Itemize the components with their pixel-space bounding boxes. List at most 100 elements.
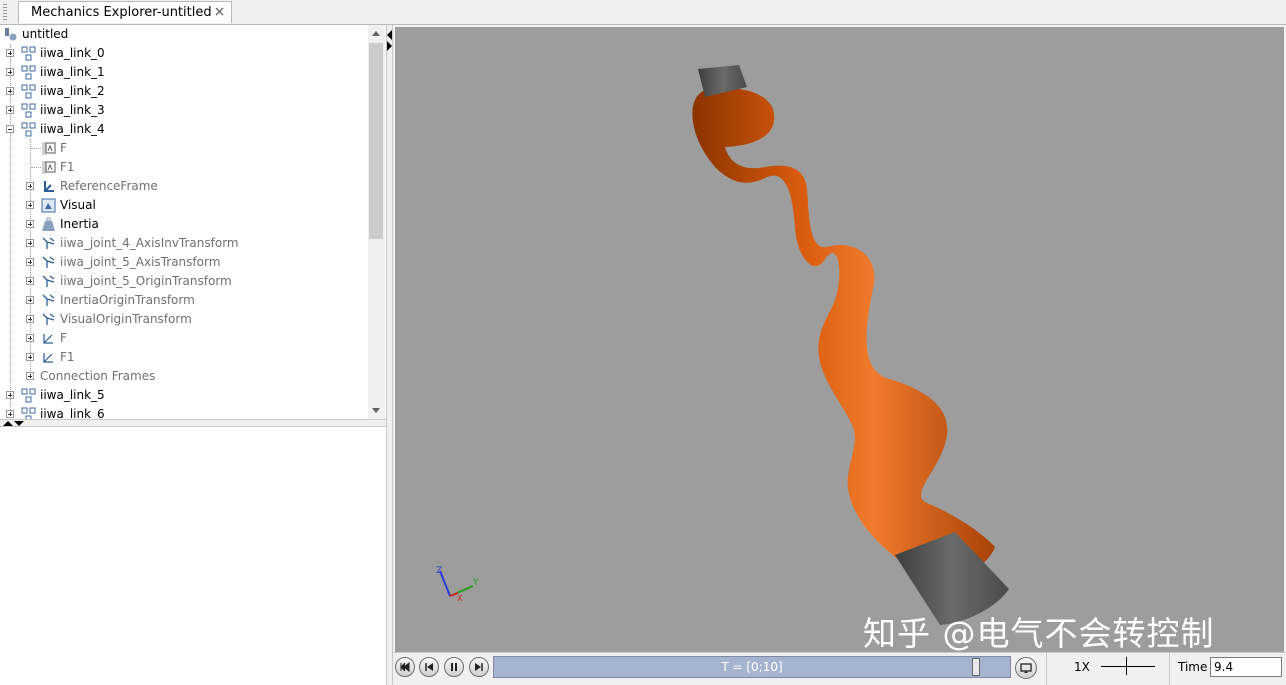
tree-item-port-f1[interactable]: F1 xyxy=(0,158,368,177)
collapse-icon[interactable] xyxy=(6,125,14,133)
triad-x-label: X xyxy=(457,594,463,603)
collapse-right-icon[interactable] xyxy=(387,41,392,51)
link-body-icon xyxy=(21,46,36,61)
tree-item-visual[interactable]: Visual xyxy=(0,196,368,215)
expand-icon[interactable] xyxy=(6,87,14,95)
rigid-transform-icon xyxy=(42,256,55,268)
vertical-splitter[interactable] xyxy=(386,25,393,685)
rigid-transform-icon xyxy=(42,313,55,325)
collapse-up-icon[interactable] xyxy=(3,421,13,426)
step-forward-button[interactable] xyxy=(469,657,489,677)
rigid-transform-icon xyxy=(42,294,55,306)
expand-icon[interactable] xyxy=(26,182,34,190)
expand-icon[interactable] xyxy=(26,258,34,266)
expand-icon[interactable] xyxy=(6,410,14,418)
3d-viewport[interactable]: Z Y X 知乎 @电气不会转控制 xyxy=(395,27,1284,652)
axis-triad: Z Y X xyxy=(436,566,479,603)
separator xyxy=(1046,653,1047,685)
loop-playback-button[interactable] xyxy=(1015,657,1037,679)
horizontal-splitter[interactable] xyxy=(0,419,386,427)
triad-z-label: Z xyxy=(436,566,442,576)
tree-item-iiwa-link-3[interactable]: iiwa_link_3 xyxy=(0,101,368,120)
tab-mechanics-explorer[interactable]: Mechanics Explorer-untitled xyxy=(18,1,232,23)
tab-title: Mechanics Explorer-untitled xyxy=(31,5,212,20)
pause-button[interactable] xyxy=(444,657,464,677)
tree-item-iiwa-link-4[interactable]: iiwa_link_4 xyxy=(0,120,368,139)
speed-slider-thumb[interactable] xyxy=(1126,657,1127,675)
property-inspector xyxy=(0,427,386,685)
tree-item-label: iiwa_link_5 xyxy=(40,388,105,402)
tree-scrollbar[interactable] xyxy=(368,25,385,419)
tree-item-label: iiwa_link_4 xyxy=(40,122,105,136)
step-back-icon xyxy=(425,663,433,671)
tree-item-inertia[interactable]: Inertia xyxy=(0,215,368,234)
time-input[interactable] xyxy=(1210,657,1282,677)
speed-slider[interactable] xyxy=(1101,666,1155,667)
expand-icon[interactable] xyxy=(6,391,14,399)
tree-item-label: iiwa_link_1 xyxy=(40,65,105,79)
tree-item-inertia-origin-transform[interactable]: InertiaOriginTransform xyxy=(0,291,368,310)
expand-icon[interactable] xyxy=(26,315,34,323)
robot-render: Z Y X xyxy=(436,65,1009,625)
tree-item-label: Visual xyxy=(60,198,96,212)
tree-item-reference-frame[interactable]: ReferenceFrame xyxy=(0,177,368,196)
tree-root[interactable]: untitled xyxy=(0,25,368,44)
expand-icon[interactable] xyxy=(6,68,14,76)
skip-to-start-button[interactable] xyxy=(395,657,415,677)
model-tree: untitled iiwa_link_0 iiwa_link_1 iiwa_li… xyxy=(0,25,369,419)
scroll-down-icon[interactable] xyxy=(372,408,380,413)
scroll-up-icon[interactable] xyxy=(372,31,380,36)
expand-icon[interactable] xyxy=(6,106,14,114)
tree-item-connection-frames[interactable]: Connection Frames xyxy=(0,367,368,386)
time-label: Time xyxy=(1178,660,1208,674)
collapse-down-icon[interactable] xyxy=(14,421,24,426)
tree-item-port-f[interactable]: F xyxy=(0,139,368,158)
collapse-left-icon[interactable] xyxy=(387,30,392,40)
tree-item-visual-origin-transform[interactable]: VisualOriginTransform xyxy=(0,310,368,329)
tree-item-iiwa-link-0[interactable]: iiwa_link_0 xyxy=(0,44,368,63)
tree-item-label: iiwa_link_2 xyxy=(40,84,105,98)
tree-item-iiwa-link-5[interactable]: iiwa_link_5 xyxy=(0,386,368,405)
expand-icon[interactable] xyxy=(26,277,34,285)
separator xyxy=(1169,653,1170,685)
link-body-icon xyxy=(21,407,36,419)
tree-item-joint5-origin-transform[interactable]: iiwa_joint_5_OriginTransform xyxy=(0,272,368,291)
expand-icon[interactable] xyxy=(26,334,34,342)
visual-icon xyxy=(41,198,56,213)
tree-item-frame-f[interactable]: F xyxy=(0,329,368,348)
tab-strip: Mechanics Explorer-untitled xyxy=(0,0,1286,25)
tree-item-iiwa-link-6[interactable]: iiwa_link_6 xyxy=(0,405,368,419)
link-body-icon xyxy=(21,84,36,99)
rigid-transform-icon xyxy=(42,237,55,249)
expand-icon[interactable] xyxy=(26,353,34,361)
tree-item-label: F1 xyxy=(60,160,75,174)
port-frame-icon xyxy=(42,142,56,155)
timeline-slider[interactable]: T = [0;10] xyxy=(493,656,1011,678)
step-back-button[interactable] xyxy=(419,657,439,677)
tree-item-joint4-axis-inv-transform[interactable]: iiwa_joint_4_AxisInvTransform xyxy=(0,234,368,253)
tree-item-label: VisualOriginTransform xyxy=(60,312,192,326)
scroll-thumb[interactable] xyxy=(369,43,383,239)
playback-speed-label: 1X xyxy=(1074,660,1090,674)
tree-item-iiwa-link-1[interactable]: iiwa_link_1 xyxy=(0,63,368,82)
expand-icon[interactable] xyxy=(26,239,34,247)
expand-icon[interactable] xyxy=(26,372,34,380)
expand-icon[interactable] xyxy=(26,201,34,209)
tree-item-label: F xyxy=(60,141,67,155)
close-icon[interactable] xyxy=(214,6,225,17)
step-forward-icon xyxy=(475,663,483,671)
expand-icon[interactable] xyxy=(6,49,14,57)
skip-start-icon xyxy=(400,662,410,672)
timeline-thumb[interactable] xyxy=(972,658,980,676)
tree-item-frame-f1[interactable]: F1 xyxy=(0,348,368,367)
tree-item-joint5-axis-transform[interactable]: iiwa_joint_5_AxisTransform xyxy=(0,253,368,272)
tree-item-iiwa-link-2[interactable]: iiwa_link_2 xyxy=(0,82,368,101)
expand-icon[interactable] xyxy=(26,220,34,228)
toolbar-grip[interactable] xyxy=(3,4,7,20)
tree-item-label: F xyxy=(60,331,67,345)
expand-icon[interactable] xyxy=(26,296,34,304)
tree-item-label: F1 xyxy=(60,350,75,364)
frame-icon xyxy=(43,334,53,344)
tree-item-label: iiwa_joint_5_AxisTransform xyxy=(60,255,221,269)
tree-item-label: iiwa_joint_5_OriginTransform xyxy=(60,274,232,288)
